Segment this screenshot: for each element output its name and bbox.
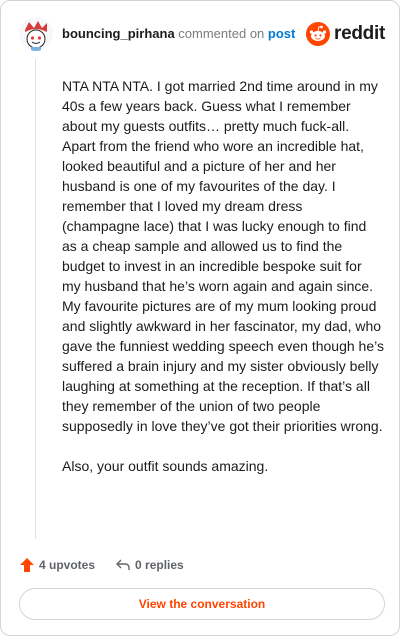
comment-paragraph: Also, your outfit sounds amazing. — [62, 458, 269, 474]
upvote-count: 4 upvotes — [39, 558, 96, 572]
comment-header: bouncing_pirhana commented on post reddi… — [19, 15, 385, 55]
comment-meta: bouncing_pirhana commented on post — [62, 27, 295, 41]
username-link[interactable]: bouncing_pirhana — [62, 26, 175, 41]
comment-card: bouncing_pirhana commented on post reddi… — [0, 0, 400, 636]
reddit-wordmark: reddit — [334, 23, 385, 44]
reddit-snoo-icon — [306, 22, 331, 46]
snoo-avatar-icon — [19, 17, 53, 51]
comment-paragraph: NTA NTA NTA. I got married 2nd time arou… — [62, 78, 384, 434]
view-conversation-button[interactable]: View the conversation — [19, 588, 385, 620]
upvote-button[interactable]: 4 upvotes — [19, 557, 95, 573]
upvote-arrow-icon — [20, 558, 34, 572]
reply-button[interactable]: 0 replies — [115, 557, 184, 573]
user-avatar[interactable] — [19, 17, 53, 51]
reddit-logo[interactable]: reddit — [306, 21, 385, 47]
reply-arrow-icon — [116, 559, 130, 570]
comment-actions: 4 upvotes 0 replies — [19, 555, 381, 575]
reply-count: 0 replies — [135, 558, 184, 572]
post-link[interactable]: post — [268, 26, 295, 41]
commented-on-text: commented on — [178, 26, 265, 41]
thread-line — [35, 59, 36, 539]
comment-body: NTA NTA NTA. I got married 2nd time arou… — [62, 76, 384, 496]
